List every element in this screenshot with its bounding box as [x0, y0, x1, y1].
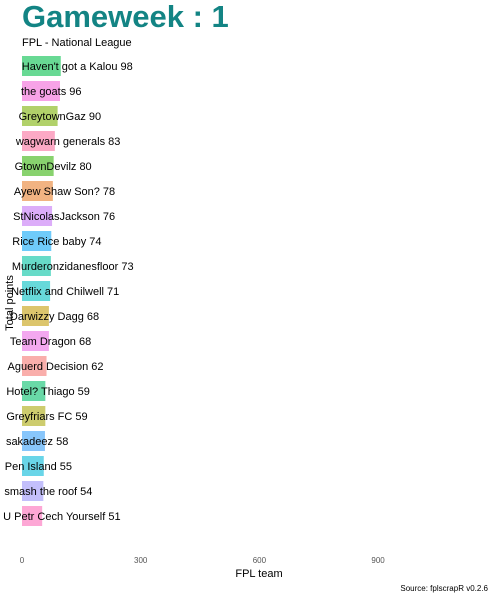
x-tick-label: 0 [20, 556, 25, 565]
bar-label: Aguerd Decision 62 [8, 361, 104, 373]
bar-label: GtownDevilz 80 [15, 161, 92, 173]
bar-label: Greyfriars FC 59 [6, 411, 87, 423]
source-caption: Source: fplscrapR v0.2.6 [400, 584, 488, 593]
bar-label: Team Dragon 68 [10, 336, 91, 348]
bar-label: Ayew Shaw Son? 78 [14, 186, 115, 198]
bar-label: sakadeez 58 [6, 436, 68, 448]
bar-label: Darwizzy Dagg 68 [10, 311, 99, 323]
x-tick-label: 300 [134, 556, 148, 565]
bar-label: GreytownGaz 90 [19, 111, 102, 123]
bar-label: Haven't got a Kalou 98 [22, 61, 133, 73]
bar-chart: Haven't got a Kalou 98 the goats 96 Greyto… [3, 56, 386, 580]
x-axis-title: FPL team [235, 568, 282, 580]
bar-label: smash the roof 54 [4, 486, 92, 498]
x-axis-ticks: 0 300 600 900 [20, 556, 386, 565]
bar-labels-group: Haven't got a Kalou 98 the goats 96 Greyto… [3, 61, 133, 523]
bar-label: Hotel? Thiago 59 [6, 386, 90, 398]
bar-label: U Petr Cech Yourself 51 [3, 511, 120, 523]
bar-label: the goats 96 [21, 86, 82, 98]
bar-label: wagwarn generals 83 [15, 136, 121, 148]
x-tick-label: 600 [253, 556, 267, 565]
x-tick-label: 900 [371, 556, 385, 565]
bar-label: StNicolasJackson 76 [13, 211, 115, 223]
bar-label: Netflix and Chilwell 71 [11, 286, 119, 298]
bar-label: Rice Rice baby 74 [12, 236, 101, 248]
bar-label: Murderonzidanesfloor 73 [12, 261, 134, 273]
bar-label: Pen Island 55 [5, 461, 72, 473]
y-axis-title: Total points [4, 275, 16, 331]
